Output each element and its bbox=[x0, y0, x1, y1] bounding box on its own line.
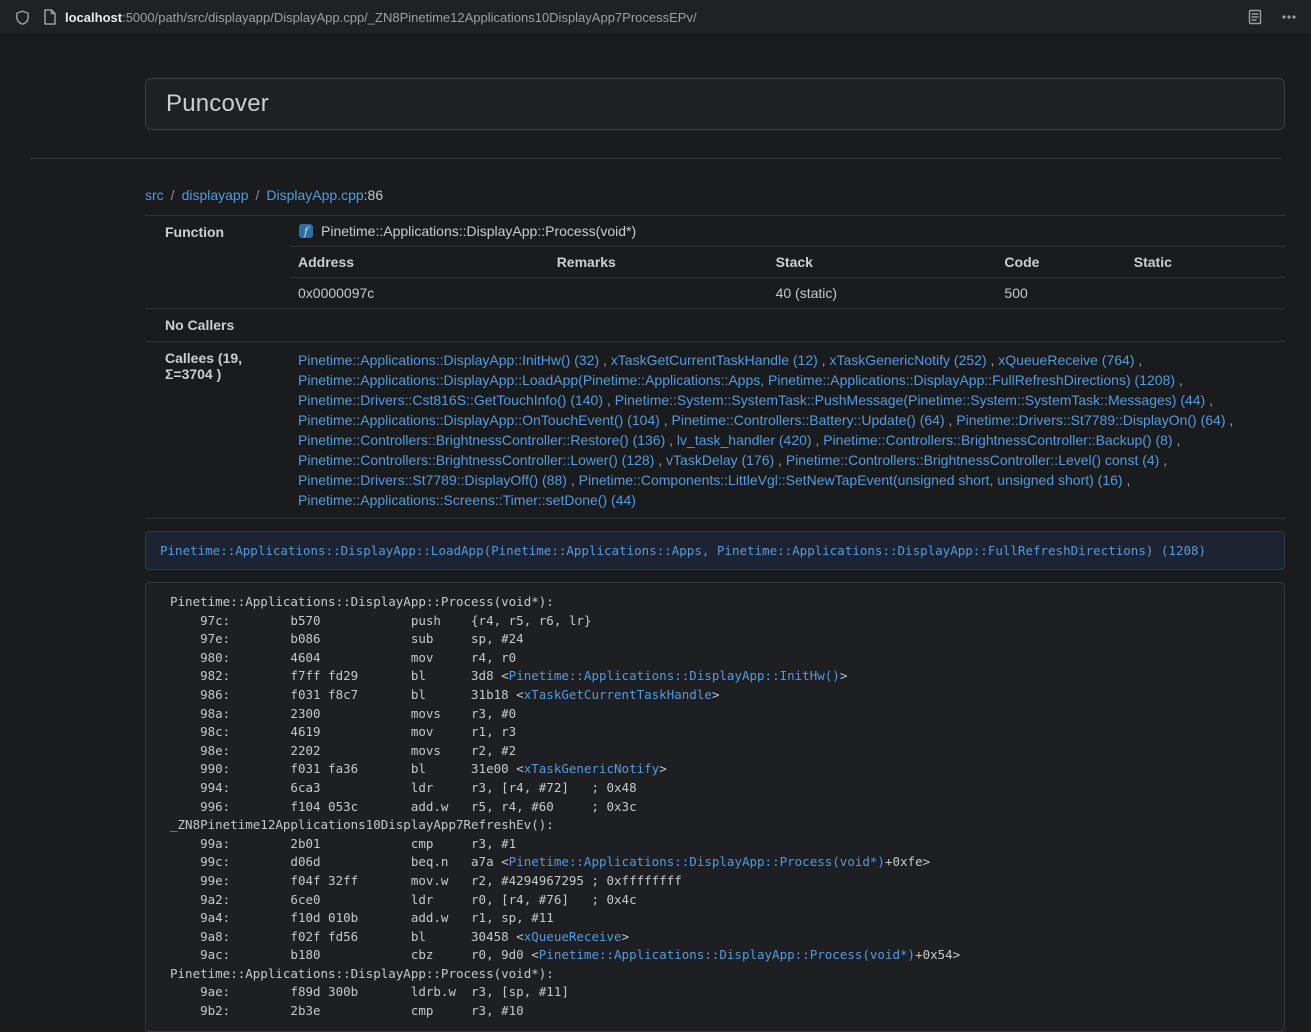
callee-separator: , bbox=[1175, 372, 1183, 388]
overflow-menu-icon[interactable] bbox=[1281, 9, 1297, 25]
callee-separator: , bbox=[1123, 472, 1131, 488]
callee-separator: , bbox=[812, 432, 824, 448]
callee-separator: , bbox=[599, 352, 611, 368]
function-row-label: Function bbox=[145, 216, 290, 309]
browser-chrome: localhost:5000/path/src/displayapp/Displ… bbox=[0, 0, 1311, 35]
stats-static-value bbox=[1126, 278, 1285, 309]
code-symbol-link[interactable]: Pinetime::Applications::DisplayApp::Proc… bbox=[539, 947, 915, 962]
callee-link[interactable]: Pinetime::Controllers::BrightnessControl… bbox=[823, 432, 1172, 448]
breadcrumb-separator: / bbox=[256, 187, 260, 203]
breadcrumb-separator: / bbox=[171, 187, 175, 203]
breadcrumb: src / displayapp / DisplayApp.cpp:86 bbox=[145, 187, 1285, 203]
callee-link[interactable]: vTaskDelay (176) bbox=[666, 452, 774, 468]
stats-header-static: Static bbox=[1126, 247, 1285, 278]
address-bar[interactable]: localhost:5000/path/src/displayapp/Displ… bbox=[43, 9, 1235, 25]
callee-link[interactable]: Pinetime::Applications::Screens::Timer::… bbox=[298, 492, 636, 508]
callee-link[interactable]: Pinetime::Drivers::Cst816S::GetTouchInfo… bbox=[298, 392, 603, 408]
no-callers-row: No Callers bbox=[145, 309, 1285, 342]
breadcrumb-link-displayapp[interactable]: displayapp bbox=[182, 187, 249, 203]
callees-row: Callees (19, Σ=3704 ) Pinetime::Applicat… bbox=[145, 342, 1285, 519]
code-symbol-link[interactable]: Pinetime::Applications::DisplayApp::Proc… bbox=[509, 854, 885, 869]
callee-link[interactable]: Pinetime::Drivers::St7789::DisplayOff() … bbox=[298, 472, 567, 488]
highlighted-symbol-link[interactable]: Pinetime::Applications::DisplayApp::Load… bbox=[160, 543, 1206, 558]
stats-stack-value: 40 (static) bbox=[768, 278, 997, 309]
callee-separator: , bbox=[567, 472, 579, 488]
app-title: Puncover bbox=[166, 90, 269, 118]
divider bbox=[30, 158, 1281, 159]
breadcrumb-link-file[interactable]: DisplayApp.cpp bbox=[266, 187, 363, 203]
url-text: localhost:5000/path/src/displayapp/Displ… bbox=[65, 10, 697, 25]
callee-link[interactable]: Pinetime::Applications::DisplayApp::Load… bbox=[298, 372, 1175, 388]
disassembly-code: Pinetime::Applications::DisplayApp::Proc… bbox=[145, 582, 1285, 1032]
callee-link[interactable]: Pinetime::Controllers::Battery::Update()… bbox=[672, 412, 945, 428]
callee-separator: , bbox=[818, 352, 830, 368]
stats-value-row: 0x0000097c 40 (static) 500 bbox=[290, 278, 1285, 309]
symbol-detail-table: Function f Pinetime::Applications::Displ… bbox=[145, 215, 1285, 519]
reader-mode-icon[interactable] bbox=[1247, 9, 1263, 25]
callee-separator: , bbox=[665, 432, 677, 448]
stats-code-value: 500 bbox=[996, 278, 1125, 309]
function-row: Function f Pinetime::Applications::Displ… bbox=[145, 216, 1285, 309]
callee-link[interactable]: Pinetime::System::SystemTask::PushMessag… bbox=[615, 392, 1206, 408]
callee-separator: , bbox=[603, 392, 615, 408]
callee-link[interactable]: xTaskGetCurrentTaskHandle (12) bbox=[611, 352, 818, 368]
callee-link[interactable]: Pinetime::Controllers::BrightnessControl… bbox=[298, 432, 665, 448]
function-name: Pinetime::Applications::DisplayApp::Proc… bbox=[321, 223, 636, 239]
callees-list: Pinetime::Applications::DisplayApp::Init… bbox=[290, 342, 1285, 519]
highlighted-symbol-panel: Pinetime::Applications::DisplayApp::Load… bbox=[145, 531, 1285, 570]
callee-separator: , bbox=[945, 412, 957, 428]
no-callers-label: No Callers bbox=[145, 309, 290, 342]
breadcrumb-link-src[interactable]: src bbox=[145, 187, 164, 203]
callee-separator: , bbox=[1134, 352, 1142, 368]
callee-link[interactable]: Pinetime::Controllers::BrightnessControl… bbox=[298, 452, 654, 468]
callee-link[interactable]: Pinetime::Applications::DisplayApp::Init… bbox=[298, 352, 599, 368]
callee-link[interactable]: Pinetime::Controllers::BrightnessControl… bbox=[786, 452, 1159, 468]
code-symbol-link[interactable]: Pinetime::Applications::DisplayApp::Init… bbox=[509, 668, 840, 683]
function-stats-table: Address Remarks Stack Code Static 0x0000… bbox=[290, 246, 1285, 308]
security-shield-icon[interactable] bbox=[14, 9, 31, 26]
function-title: f Pinetime::Applications::DisplayApp::Pr… bbox=[290, 216, 1285, 246]
callee-separator: , bbox=[1159, 452, 1167, 468]
breadcrumb-line-number: :86 bbox=[364, 187, 383, 203]
page-icon bbox=[43, 9, 57, 25]
callee-link[interactable]: lv_task_handler (420) bbox=[677, 432, 812, 448]
stats-header-stack: Stack bbox=[768, 247, 997, 278]
callee-separator: , bbox=[1205, 392, 1213, 408]
callee-link[interactable]: Pinetime::Components::LittleVgl::SetNewT… bbox=[579, 472, 1123, 488]
code-symbol-link[interactable]: xTaskGenericNotify bbox=[524, 761, 659, 776]
code-symbol-link[interactable]: xQueueReceive bbox=[524, 929, 622, 944]
app-header: Puncover bbox=[145, 78, 1285, 130]
stats-header-address: Address bbox=[290, 247, 549, 278]
callee-separator: , bbox=[1173, 432, 1181, 448]
no-callers-value bbox=[290, 309, 1285, 342]
callee-link[interactable]: Pinetime::Drivers::St7789::DisplayOn() (… bbox=[956, 412, 1225, 428]
callee-separator: , bbox=[987, 352, 999, 368]
callee-separator: , bbox=[654, 452, 666, 468]
callee-link[interactable]: xTaskGenericNotify (252) bbox=[829, 352, 986, 368]
callee-separator: , bbox=[1226, 412, 1234, 428]
stats-header-remarks: Remarks bbox=[549, 247, 768, 278]
callee-separator: , bbox=[774, 452, 786, 468]
stats-address-value: 0x0000097c bbox=[290, 278, 549, 309]
callee-link[interactable]: xQueueReceive (764) bbox=[998, 352, 1134, 368]
code-symbol-link[interactable]: xTaskGetCurrentTaskHandle bbox=[524, 687, 712, 702]
callee-link[interactable]: Pinetime::Applications::DisplayApp::OnTo… bbox=[298, 412, 660, 428]
url-host: localhost bbox=[65, 10, 122, 25]
stats-header-code: Code bbox=[996, 247, 1125, 278]
callees-label: Callees (19, Σ=3704 ) bbox=[145, 342, 290, 519]
chrome-actions bbox=[1247, 9, 1297, 25]
callee-separator: , bbox=[660, 412, 672, 428]
function-icon: f bbox=[298, 223, 314, 239]
stats-header-row: Address Remarks Stack Code Static bbox=[290, 247, 1285, 278]
stats-remarks-value bbox=[549, 278, 768, 309]
url-path: :5000/path/src/displayapp/DisplayApp.cpp… bbox=[122, 10, 697, 25]
